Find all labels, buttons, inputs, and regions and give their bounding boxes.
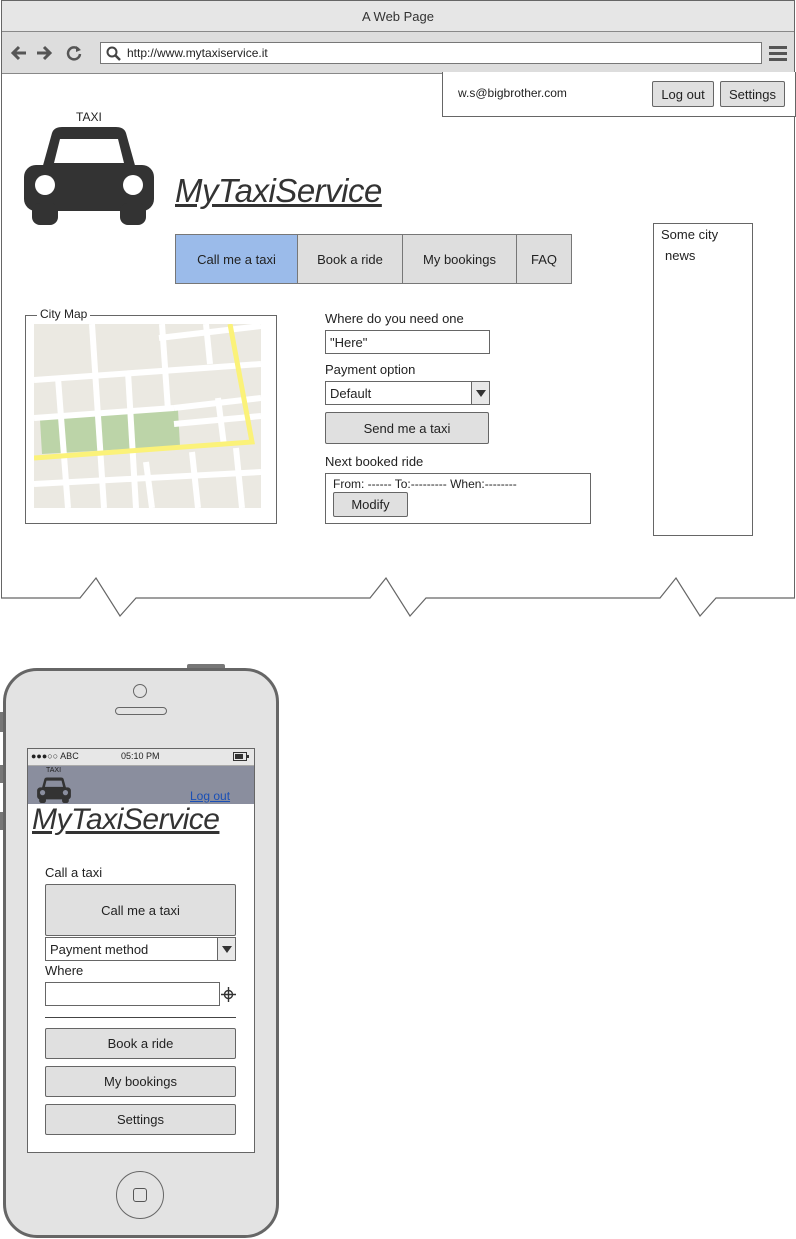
browser-title-bar: A Web Page <box>2 1 794 32</box>
tab-faq[interactable]: FAQ <box>516 234 572 284</box>
city-map-title: City Map <box>37 307 91 321</box>
battery-icon <box>233 752 249 761</box>
call-taxi-section-label: Call a taxi <box>45 865 103 880</box>
logout-button[interactable]: Log out <box>652 81 714 107</box>
brand-logo[interactable]: MyTaxiService <box>175 172 382 210</box>
status-time: 05:10 PM <box>121 751 160 761</box>
mobile-taxi-label: TAXI <box>46 767 62 774</box>
news-line-1: Some city <box>661 227 719 242</box>
city-map[interactable] <box>34 324 261 508</box>
tab-my-bookings[interactable]: My bookings <box>402 234 517 284</box>
phone-camera <box>133 684 147 698</box>
mobile-my-bookings-button[interactable]: My bookings <box>45 1066 236 1097</box>
mobile-payment-select-value: Payment method <box>50 941 149 957</box>
send-taxi-button[interactable]: Send me a taxi <box>325 412 489 444</box>
news-line-2: news <box>665 248 696 263</box>
payment-select-value: Default <box>330 385 372 401</box>
mobile-settings-button[interactable]: Settings <box>45 1104 236 1135</box>
forward-arrow-icon[interactable] <box>35 44 53 62</box>
mobile-logout-link[interactable]: Log out <box>190 789 230 803</box>
locate-crosshair-icon[interactable] <box>221 987 236 1002</box>
home-square-icon <box>133 1188 147 1202</box>
mobile-brand-logo[interactable]: MyTaxiService <box>32 803 220 837</box>
address-bar[interactable]: http://www.mytaxiservice.it <box>100 42 762 64</box>
mobile-taxi-car-icon <box>37 777 71 803</box>
phone-speaker <box>115 707 167 715</box>
modify-button[interactable]: Modify <box>333 492 408 517</box>
browser-toolbar: http://www.mytaxiservice.it <box>2 32 794 74</box>
next-ride-label: Next booked ride <box>325 454 424 469</box>
payment-label: Payment option <box>325 362 416 377</box>
user-email: w.s@bigbrother.com <box>458 86 567 100</box>
taxi-label: TAXI <box>76 110 102 124</box>
where-input[interactable]: "Here" <box>325 330 490 354</box>
mobile-divider <box>45 1017 236 1018</box>
city-news-panel <box>653 223 753 536</box>
mobile-chevron-down-icon[interactable] <box>217 938 235 960</box>
tab-book-a-ride[interactable]: Book a ride <box>297 234 403 284</box>
browser-title: A Web Page <box>361 8 435 24</box>
carrier-signal: ●●●○○ ABC <box>31 751 79 761</box>
where-label: Where do you need one <box>325 311 464 326</box>
search-icon <box>106 46 121 61</box>
menu-icon[interactable] <box>768 44 788 62</box>
home-button[interactable] <box>116 1171 164 1219</box>
settings-button[interactable]: Settings <box>720 81 785 107</box>
url-text: http://www.mytaxiservice.it <box>127 46 268 60</box>
payment-select[interactable]: Default <box>325 381 490 405</box>
mobile-payment-select[interactable]: Payment method <box>45 937 236 961</box>
mobile-where-label: Where <box>45 963 84 978</box>
next-ride-details: From: ------ To:--------- When:-------- <box>333 477 517 491</box>
taxi-car-icon <box>24 127 154 225</box>
reload-icon[interactable] <box>65 44 83 62</box>
chevron-down-icon[interactable] <box>471 382 489 404</box>
page-torn-edge <box>1 576 795 617</box>
back-arrow-icon[interactable] <box>10 44 28 62</box>
mobile-book-ride-button[interactable]: Book a ride <box>45 1028 236 1059</box>
mobile-where-input[interactable] <box>45 982 220 1006</box>
tab-call-me-a-taxi[interactable]: Call me a taxi <box>175 234 298 284</box>
mobile-call-taxi-button[interactable]: Call me a taxi <box>45 884 236 936</box>
